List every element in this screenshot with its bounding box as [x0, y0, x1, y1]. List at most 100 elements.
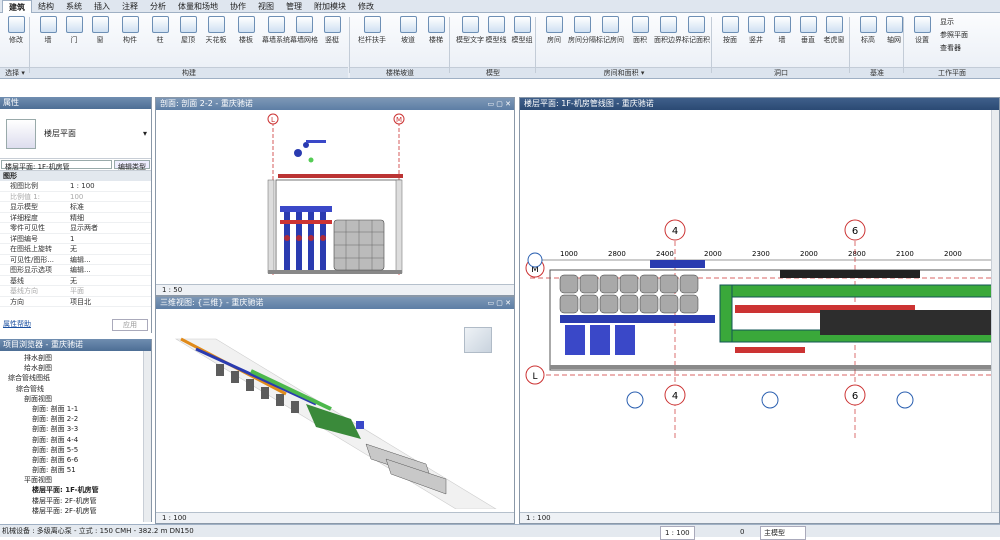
property-row[interactable]: 比例值 1: 100: [0, 192, 151, 202]
ribbon-button-22[interactable]: 面积边界: [654, 16, 682, 45]
window-controls[interactable]: ▭ ▢ ✕: [487, 297, 514, 309]
tab-2[interactable]: 系统: [60, 0, 88, 13]
type-selector[interactable]: 楼层平面 ▾: [0, 109, 151, 159]
ribbon-button-29[interactable]: 标高: [856, 16, 880, 45]
3d-view-control-bar[interactable]: 1 : 100: [156, 512, 514, 523]
edit-type-button[interactable]: 编辑类型: [114, 160, 150, 171]
property-value[interactable]: 无: [70, 244, 151, 254]
tab-11[interactable]: 修改: [352, 0, 380, 13]
ribbon-button-1[interactable]: 墙: [36, 16, 60, 45]
property-row[interactable]: 基线方向 平面: [0, 286, 151, 297]
browser-tree-item[interactable]: 剖面: 剖面 6-6: [0, 455, 151, 465]
ribbon-button-11[interactable]: 竖梃: [320, 16, 344, 45]
section-view-control-bar[interactable]: 1 : 50: [156, 284, 514, 295]
tab-0[interactable]: 建筑: [2, 0, 32, 13]
tab-4[interactable]: 注释: [116, 0, 144, 13]
tab-10[interactable]: 附加模块: [308, 0, 352, 13]
window-controls[interactable]: ▭ ▢ ✕: [487, 98, 514, 110]
property-value[interactable]: 1 : 100: [70, 181, 151, 191]
property-value[interactable]: 编辑...: [70, 255, 151, 265]
ribbon-button-27[interactable]: 垂直: [796, 16, 820, 45]
plan-view-control-bar[interactable]: 1 : 100: [520, 512, 999, 523]
ribbon-button-12[interactable]: 栏杆扶手: [358, 16, 386, 45]
browser-tree-item[interactable]: 综合管线: [0, 384, 151, 394]
property-row[interactable]: 基线 无: [0, 276, 151, 286]
section-view-window[interactable]: 剖面: 剖面 2-2 - 重庆驰诺 ▭ ▢ ✕ L M 1 : 50: [155, 97, 515, 296]
property-row[interactable]: 视图比例 1 : 100: [0, 181, 151, 192]
section-scale[interactable]: 1 : 50: [162, 286, 182, 294]
property-row[interactable]: 在图纸上旋转 无: [0, 244, 151, 255]
ribbon-button-7[interactable]: 天花板: [204, 16, 228, 45]
graphics-section[interactable]: 图形: [0, 171, 151, 181]
instance-selector[interactable]: 楼层平面: 1F-机房管: [1, 160, 112, 171]
ribbon-button-17[interactable]: 模型组: [510, 16, 534, 45]
ribbon-button-10[interactable]: 幕墙网格: [290, 16, 318, 45]
chevron-down-icon[interactable]: ▾: [143, 129, 147, 138]
small-tool-0[interactable]: 显示: [940, 17, 954, 27]
tab-9[interactable]: 管理: [280, 0, 308, 13]
properties-help-link[interactable]: 属性帮助: [3, 319, 31, 331]
browser-tree-item[interactable]: 剖面: 剖面 3-3: [0, 424, 151, 434]
3d-view-window[interactable]: 三维视图: {三维} - 重庆驰诺 ▭ ▢ ✕ 1 : 100: [155, 296, 515, 524]
property-row[interactable]: 详细程度 精细: [0, 213, 151, 223]
workset-selector[interactable]: 主模型: [760, 526, 806, 540]
ribbon-button-4[interactable]: 构件: [118, 16, 142, 45]
tab-6[interactable]: 体量和场地: [172, 0, 224, 13]
browser-tree-item[interactable]: 剖面: 剖面 2-2: [0, 414, 151, 424]
ribbon-button-19[interactable]: 房间分隔: [568, 16, 596, 45]
ribbon-button-25[interactable]: 竖井: [744, 16, 768, 45]
ribbon-button-18[interactable]: 房间: [542, 16, 566, 45]
property-row[interactable]: 图形显示选项 编辑...: [0, 265, 151, 276]
ribbon-button-28[interactable]: 老虎窗: [822, 16, 846, 45]
property-row[interactable]: 显示模型 标准: [0, 202, 151, 213]
browser-tree-item[interactable]: 楼层平面: 1F-机房管: [0, 485, 151, 495]
small-tool-1[interactable]: 参照平面: [940, 30, 968, 40]
ribbon-button-20[interactable]: 标记房间: [596, 16, 624, 45]
tab-5[interactable]: 分析: [144, 0, 172, 13]
plan-scrollbar[interactable]: [991, 110, 999, 512]
3d-scale[interactable]: 1 : 100: [162, 514, 187, 522]
ribbon-button-15[interactable]: 模型文字: [456, 16, 484, 45]
small-tool-2[interactable]: 查看器: [940, 43, 961, 53]
property-value[interactable]: 精细: [70, 213, 151, 223]
ribbon-button-8[interactable]: 楼板: [234, 16, 258, 45]
plan-view-window[interactable]: 楼层平面: 1F-机房管线图 - 重庆驰诺 1000 2800 2400 2000 23…: [519, 97, 1000, 524]
browser-tree-item[interactable]: 楼层平面: 2F-机房管: [0, 496, 151, 506]
property-row[interactable]: 可见性/图形... 编辑...: [0, 255, 151, 265]
property-value[interactable]: 平面: [70, 286, 151, 296]
property-value[interactable]: 项目北: [70, 297, 151, 307]
tab-3[interactable]: 插入: [88, 0, 116, 13]
ribbon-button-16[interactable]: 模型线: [484, 16, 508, 45]
browser-tree-item[interactable]: 楼层平面: 2F-机房管: [0, 506, 151, 516]
ribbon-button-24[interactable]: 按面: [718, 16, 742, 45]
ribbon-button-5[interactable]: 柱: [148, 16, 172, 45]
plan-scale[interactable]: 1 : 100: [526, 514, 551, 522]
property-row[interactable]: 详图编号 1: [0, 234, 151, 244]
property-row[interactable]: 零件可见性 显示两者: [0, 223, 151, 234]
browser-tree-item[interactable]: 综合管线图纸: [0, 373, 151, 383]
property-value[interactable]: 显示两者: [70, 223, 151, 233]
tab-1[interactable]: 结构: [32, 0, 60, 13]
browser-tree-item[interactable]: 排水剖图: [0, 353, 151, 363]
property-value[interactable]: 标准: [70, 202, 151, 212]
tab-8[interactable]: 视图: [252, 0, 280, 13]
browser-tree-item[interactable]: 剖面: 剖面 5-5: [0, 445, 151, 455]
browser-tree-item[interactable]: 剖面视图: [0, 394, 151, 404]
browser-tree-item[interactable]: 平面视图: [0, 475, 151, 485]
property-value[interactable]: 编辑...: [70, 265, 151, 275]
browser-tree-item[interactable]: 给水剖图: [0, 363, 151, 373]
browser-tree-item[interactable]: 剖面: 剖面 4-4: [0, 435, 151, 445]
browser-tree-item[interactable]: 剖面: 剖面 51: [0, 465, 151, 475]
tab-7[interactable]: 协作: [224, 0, 252, 13]
property-value[interactable]: 1: [70, 234, 151, 244]
ribbon-button-3[interactable]: 窗: [88, 16, 112, 45]
window-controls[interactable]: [996, 98, 999, 110]
property-value[interactable]: 100: [70, 192, 151, 202]
ribbon-button-9[interactable]: 幕墙系统: [262, 16, 290, 45]
ribbon-button-21[interactable]: 面积: [628, 16, 652, 45]
ribbon-button-23[interactable]: 标记面积: [682, 16, 710, 45]
apply-button[interactable]: 应用: [112, 319, 148, 331]
ribbon-button-6[interactable]: 屋顶: [176, 16, 200, 45]
ribbon-button-13[interactable]: 坡道: [396, 16, 420, 45]
ribbon-button-2[interactable]: 门: [62, 16, 86, 45]
